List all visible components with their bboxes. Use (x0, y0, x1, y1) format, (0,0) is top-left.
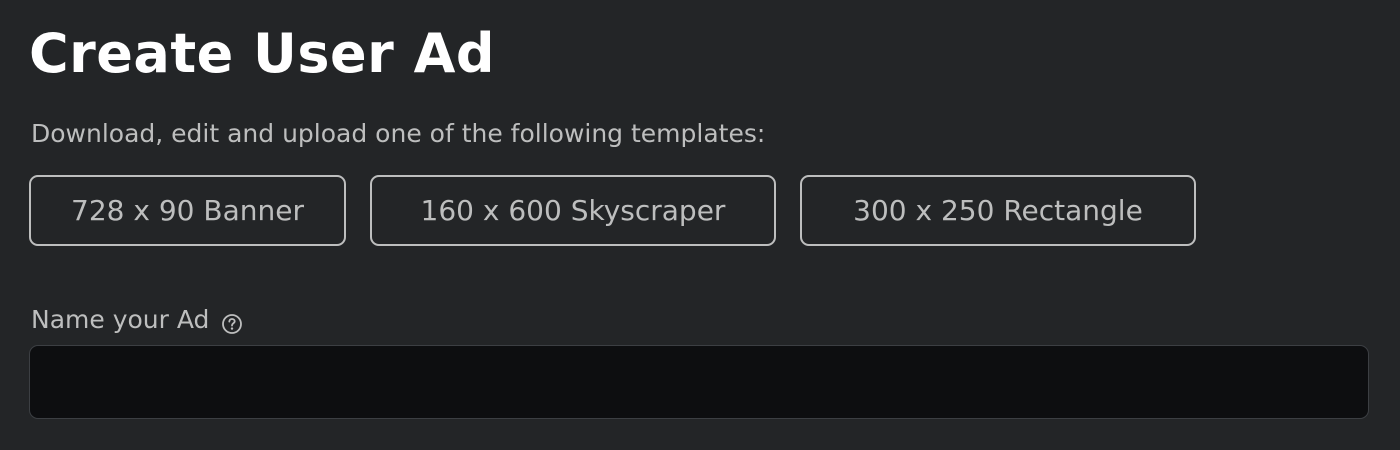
template-instructions: Download, edit and upload one of the fol… (31, 119, 766, 148)
create-user-ad-page: Create User Ad Download, edit and upload… (0, 0, 1400, 450)
ad-name-field-label: Name your Ad (31, 302, 243, 338)
rectangle-template-button[interactable]: 300 x 250 Rectangle (800, 175, 1196, 246)
skyscraper-template-button[interactable]: 160 x 600 Skyscraper (370, 175, 776, 246)
banner-template-button[interactable]: 728 x 90 Banner (29, 175, 346, 246)
ad-name-label-text: Name your Ad (31, 305, 210, 334)
ad-name-input[interactable] (29, 345, 1369, 419)
question-circle-icon[interactable] (221, 309, 243, 334)
page-title: Create User Ad (29, 22, 496, 85)
